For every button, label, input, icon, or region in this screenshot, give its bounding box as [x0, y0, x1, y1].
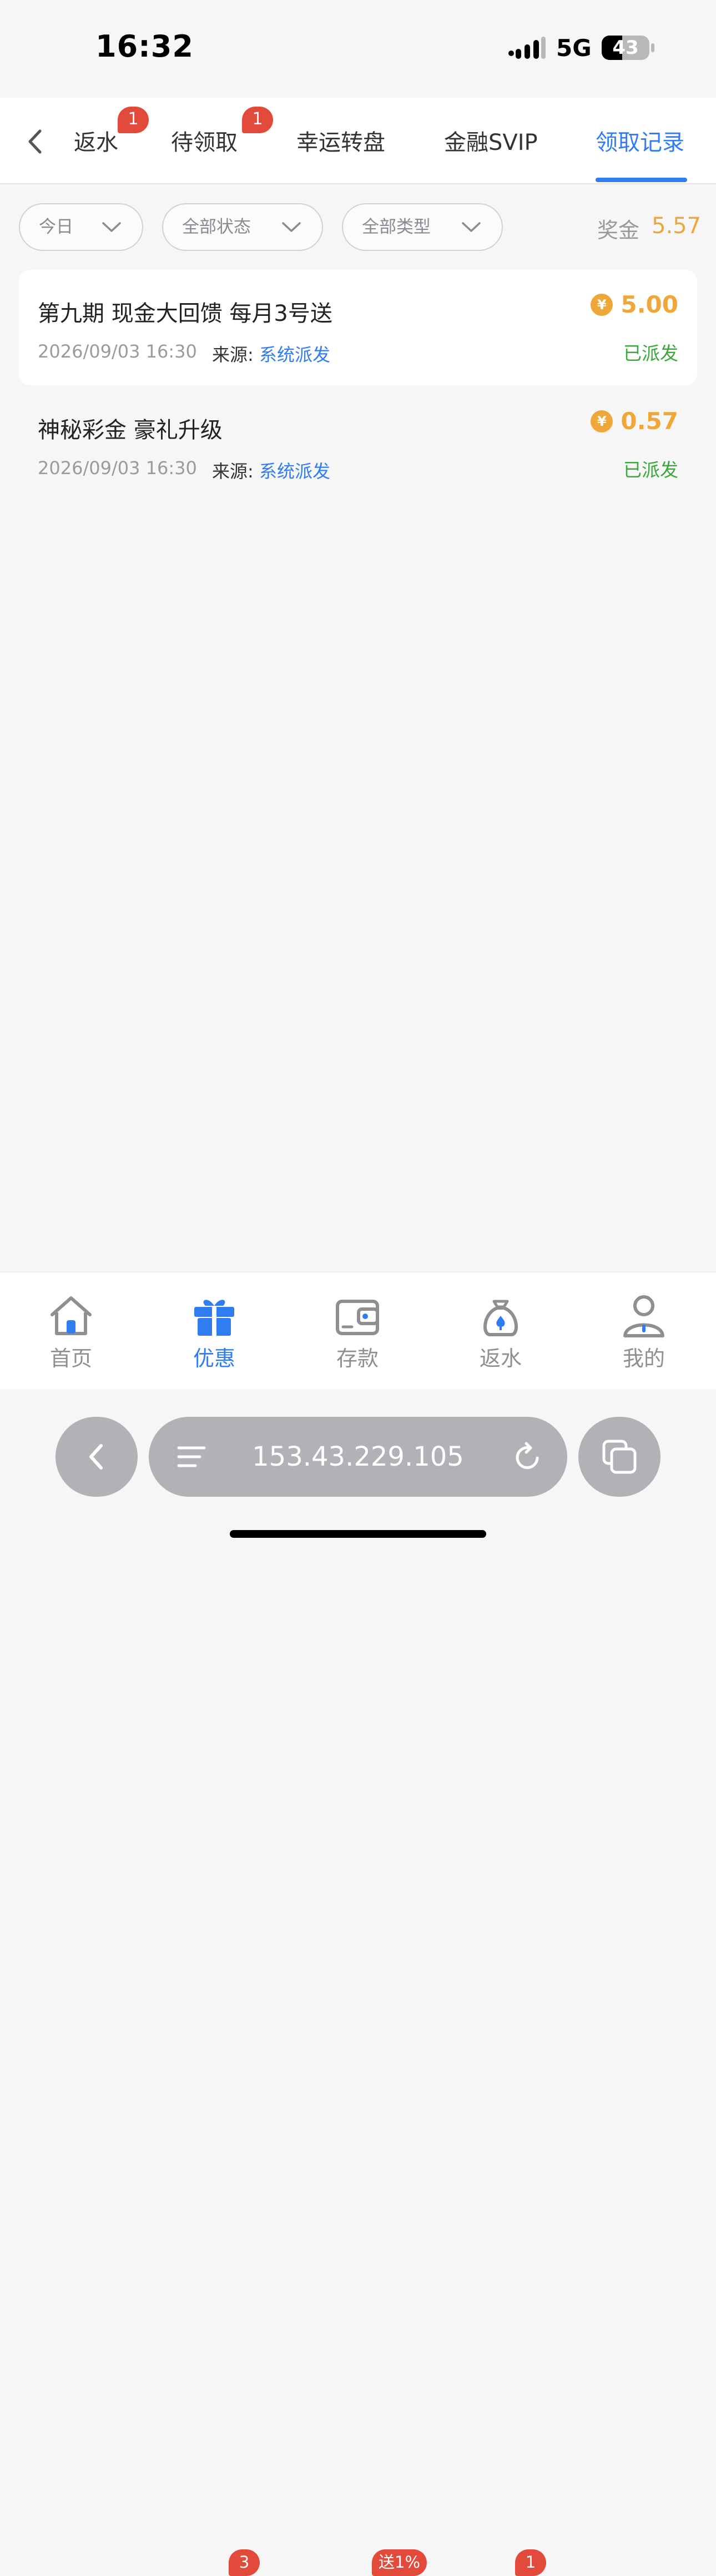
nav-promotions-badge: 3 — [229, 2549, 260, 2576]
record-time: 2026/09/03 16:30 — [38, 457, 197, 479]
coin-icon: ¥ — [591, 293, 613, 316]
money-bag-icon — [483, 1300, 518, 1336]
nav-promotions-label: 优惠 — [193, 1346, 235, 1371]
battery-icon: 43 — [602, 36, 649, 60]
tab-claim-records[interactable]: 领取记录 — [596, 124, 684, 157]
nav-rebate-label: 返水 — [479, 1346, 522, 1371]
back-chevron-icon[interactable] — [17, 122, 56, 161]
chevron-down-icon — [282, 222, 301, 232]
nav-profile[interactable]: 我的 — [588, 1272, 699, 1390]
record-title: 第九期 现金大回馈 每月3号送 — [38, 301, 332, 326]
chevron-down-icon — [462, 222, 481, 232]
coin-icon: ¥ — [591, 410, 613, 432]
record-source: 来源: 系统派发 — [212, 344, 330, 365]
active-tab-indicator — [596, 178, 687, 182]
status-filter-label: 全部状态 — [182, 217, 251, 237]
wallet-icon — [336, 1300, 379, 1335]
nav-deposit-badge: 送1% — [372, 2549, 427, 2576]
home-indicator — [230, 1530, 486, 1538]
tab-lucky-wheel[interactable]: 幸运转盘 — [296, 124, 385, 157]
record-status: 已派发 — [623, 343, 678, 364]
reload-icon[interactable] — [513, 1441, 544, 1472]
date-filter[interactable]: 今日 — [19, 203, 143, 251]
bonus-total: 5.57 — [652, 213, 702, 239]
nav-home[interactable]: 首页 — [16, 1272, 127, 1390]
home-icon — [51, 1296, 92, 1335]
record-time: 2026/09/03 16:30 — [38, 341, 197, 362]
bonus-label: 奖金 — [597, 218, 640, 243]
cellular-signal-icon — [508, 37, 546, 59]
status-bar: 16:32 5G 43 — [0, 0, 716, 98]
tab-pending-badge: 1 — [242, 107, 273, 133]
tabs-icon — [602, 1440, 637, 1474]
nav-profile-label: 我的 — [622, 1346, 665, 1371]
status-time: 16:32 — [95, 29, 194, 64]
record-title: 神秘彩金 豪礼升级 — [38, 417, 223, 443]
record-amount: ¥ 0.57 — [591, 407, 678, 435]
chevron-down-icon — [102, 222, 121, 232]
nav-rebate-badge: 1 — [515, 2549, 546, 2576]
nav-promotions[interactable]: 优惠 — [159, 1272, 270, 1390]
nav-deposit[interactable]: 存款 — [302, 1272, 413, 1390]
bottom-nav: 首页 优惠 3 存款 送1% 返水 1 我的 — [0, 1271, 716, 2576]
back-chevron-icon — [89, 1444, 103, 1470]
record-source-value: 系统派发 — [259, 344, 330, 365]
address-bar[interactable]: 153.43.229.105 — [149, 1417, 567, 1497]
battery-level: 43 — [612, 37, 639, 59]
tabs-button[interactable] — [578, 1417, 660, 1497]
gift-icon — [194, 1300, 234, 1336]
record-amount: ¥ 5.00 — [591, 291, 678, 318]
tab-pending[interactable]: 待领取 — [171, 124, 238, 157]
type-filter-label: 全部类型 — [362, 217, 431, 237]
date-filter-label: 今日 — [39, 217, 73, 237]
tab-rebate-badge: 1 — [118, 107, 149, 133]
record-row[interactable]: 第九期 现金大回馈 每月3号送 2026/09/03 16:30 来源: 系统派… — [19, 270, 697, 385]
record-row[interactable]: 神秘彩金 豪礼升级 2026/09/03 16:30 来源: 系统派发 ¥ 0.… — [19, 386, 697, 502]
browser-back-button[interactable] — [56, 1417, 138, 1497]
nav-deposit-label: 存款 — [336, 1346, 379, 1371]
nav-rebate[interactable]: 返水 — [445, 1272, 556, 1390]
battery-tip — [651, 43, 654, 52]
network-type: 5G — [556, 34, 592, 62]
user-icon — [623, 1295, 664, 1337]
nav-home-label: 首页 — [49, 1346, 92, 1371]
status-filter[interactable]: 全部状态 — [162, 203, 323, 251]
tab-svip[interactable]: 金融SVIP — [444, 124, 538, 157]
browser-toolbar: 153.43.229.105 — [0, 1389, 716, 1552]
url-text: 153.43.229.105 — [252, 1441, 464, 1472]
record-source-value: 系统派发 — [259, 461, 330, 482]
tab-rebate[interactable]: 返水 — [74, 124, 118, 157]
record-status: 已派发 — [623, 459, 678, 481]
record-source: 来源: 系统派发 — [212, 461, 330, 482]
tab-bar: 返水 1 待领取 1 幸运转盘 金融SVIP 领取记录 — [0, 98, 716, 184]
type-filter[interactable]: 全部类型 — [342, 203, 503, 251]
